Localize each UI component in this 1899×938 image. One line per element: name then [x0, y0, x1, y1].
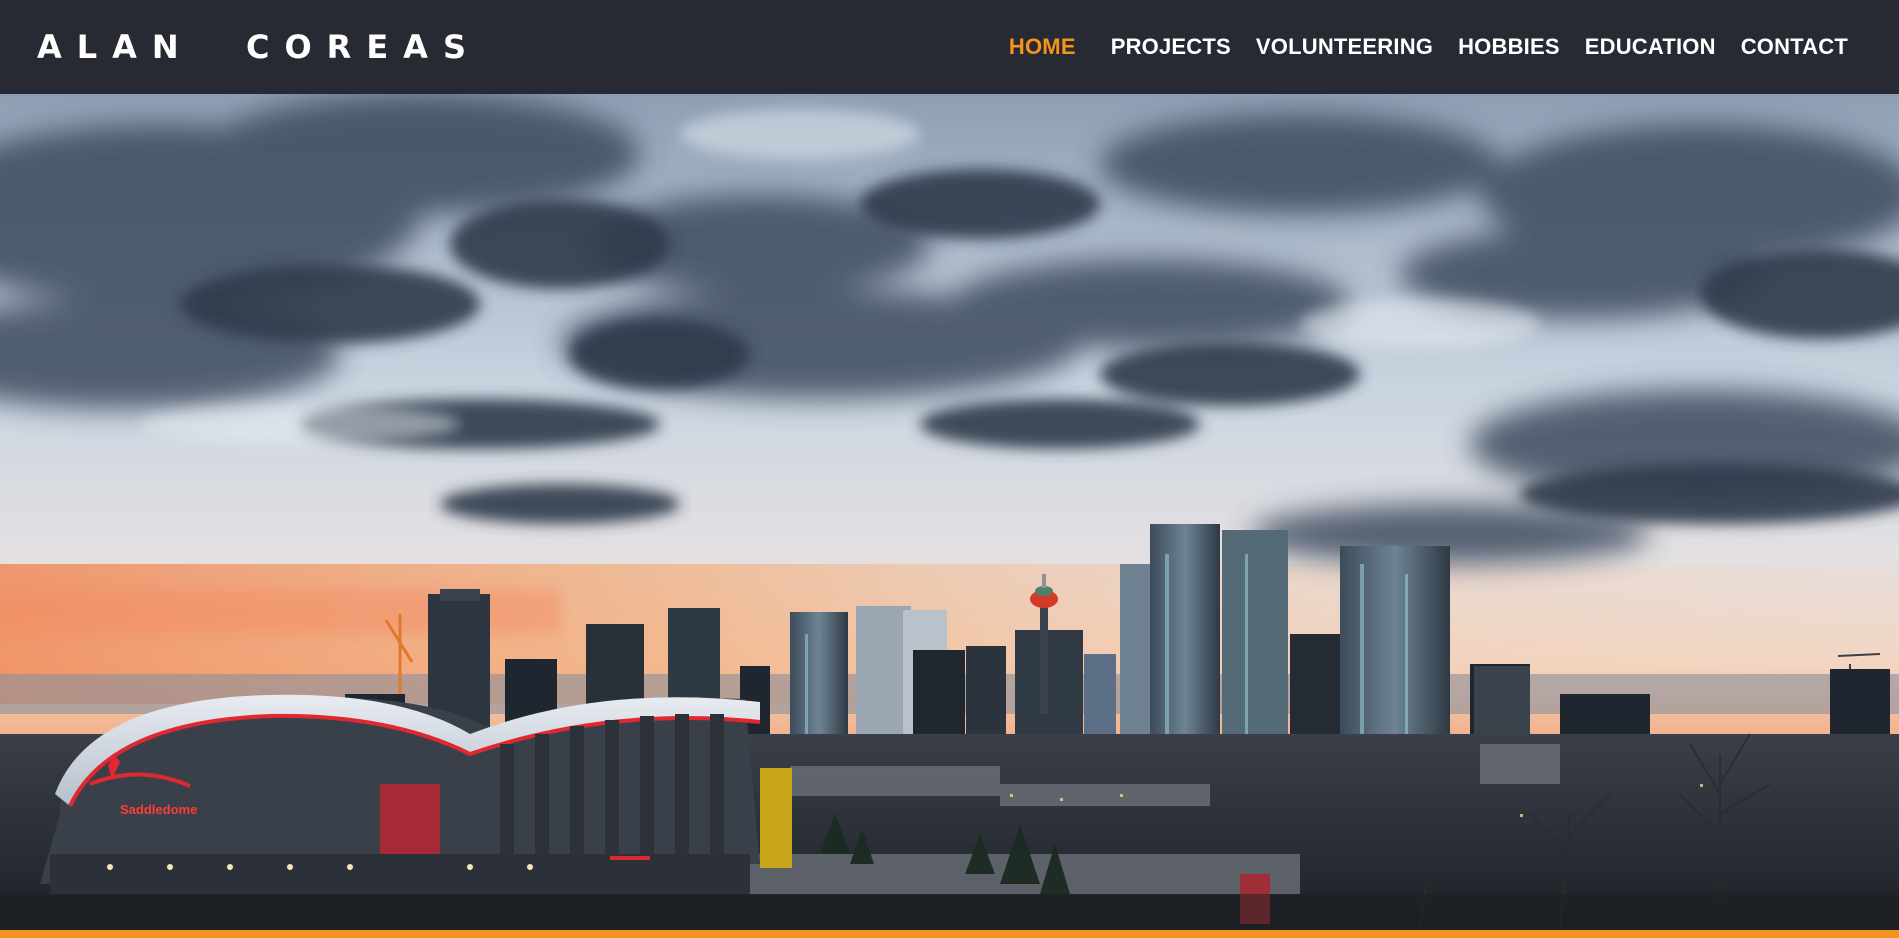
nav-link-contact[interactable]: CONTACT [1741, 34, 1848, 59]
nav-item-education: EDUCATION [1585, 34, 1716, 60]
nav-item-home: HOME [1009, 34, 1076, 60]
nav-link-volunteering[interactable]: VOLUNTEERING [1256, 34, 1433, 59]
nav-item-volunteering: VOLUNTEERING [1256, 34, 1433, 60]
arena-sign: Saddledome [120, 802, 197, 817]
city-skyline-image: Saddledome [0, 94, 1899, 930]
nav-link-education[interactable]: EDUCATION [1585, 34, 1716, 59]
hero-banner: Saddledome [0, 94, 1899, 930]
nav-link-home[interactable]: HOME [1009, 34, 1076, 59]
nav-item-projects: PROJECTS [1111, 34, 1231, 60]
top-navbar: ALAN COREAS HOME PROJECTS VOLUNTEERING H… [0, 0, 1899, 94]
site-brand-logo[interactable]: ALAN COREAS [37, 28, 481, 66]
nav-link-hobbies[interactable]: HOBBIES [1458, 34, 1560, 59]
nav-item-hobbies: HOBBIES [1458, 34, 1560, 60]
nav-link-projects[interactable]: PROJECTS [1111, 34, 1231, 59]
hero-bottom-accent-bar [0, 930, 1899, 938]
nav-item-contact: CONTACT [1741, 34, 1848, 60]
main-nav: HOME PROJECTS VOLUNTEERING HOBBIES EDUCA… [1009, 34, 1848, 60]
